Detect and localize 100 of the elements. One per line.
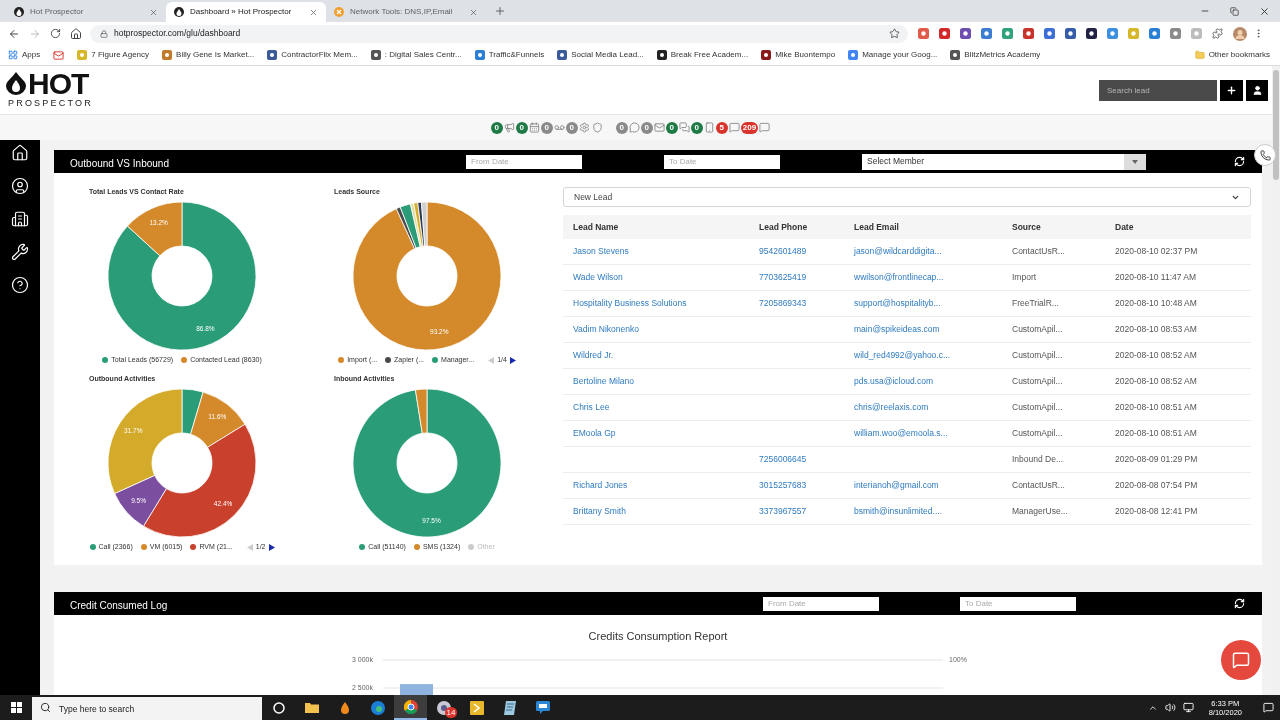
column-header[interactable]: Lead Email — [854, 220, 899, 234]
count-badge[interactable]: 0 — [490, 121, 503, 134]
extension-icon[interactable] — [960, 28, 971, 39]
lead-name-link[interactable]: Richard Jones — [573, 479, 759, 492]
chat-app-icon[interactable] — [535, 701, 550, 714]
refresh-icon[interactable] — [1234, 598, 1245, 609]
calendar-icon[interactable] — [528, 122, 540, 133]
count-badge[interactable]: 0 — [565, 121, 578, 134]
email-link[interactable]: support@hospitalityb... — [854, 297, 1012, 310]
star-icon[interactable] — [889, 28, 900, 39]
email-link[interactable]: wild_red4992@yahoo.c... — [854, 349, 1012, 362]
scrollbar-thumb[interactable] — [1273, 70, 1279, 180]
user-circle-icon[interactable] — [11, 177, 29, 195]
lead-name-link[interactable]: EMoola Gp — [573, 427, 759, 440]
column-header[interactable]: Source — [1012, 220, 1041, 234]
help-icon[interactable] — [11, 276, 29, 294]
phone-link[interactable]: 7703625419 — [759, 271, 854, 284]
lead-name-link[interactable]: Bertoline Milano — [573, 375, 759, 388]
tools-icon[interactable] — [11, 243, 29, 261]
search-field[interactable]: Search lead — [1099, 79, 1217, 101]
lead-name-link[interactable]: Wildred Jr. — [573, 349, 759, 362]
email-link[interactable]: chris@reelaxis.com — [854, 401, 1012, 414]
folder-icon[interactable] — [304, 702, 319, 713]
next-arrow-icon[interactable] — [268, 543, 275, 551]
bookmark[interactable]: Manage your Goog... — [848, 49, 938, 61]
lead-name-link[interactable]: Wade Wilson — [573, 271, 759, 284]
reload-icon[interactable] — [50, 28, 61, 39]
notifications-icon[interactable] — [1263, 702, 1274, 713]
bookmark[interactable]: Break Free Academ... — [656, 49, 749, 61]
phone-link[interactable]: 9542601489 — [759, 245, 854, 258]
bookmark[interactable]: BlitzMetrics Academy — [950, 49, 1041, 61]
next-arrow-icon[interactable] — [509, 356, 516, 364]
lead-name-link[interactable]: Jason Stevens — [573, 245, 759, 258]
email-link[interactable]: wwilson@frontlinecap... — [854, 271, 1012, 284]
count-badge[interactable]: 0 — [615, 121, 628, 134]
count-badge[interactable]: 0 — [690, 121, 703, 134]
close-tab-icon[interactable] — [309, 7, 318, 17]
browser-tab[interactable]: Hot Prospector — [6, 2, 166, 22]
phone-link[interactable]: 7205869343 — [759, 297, 854, 310]
column-header[interactable]: Lead Phone — [759, 220, 808, 234]
email-link[interactable]: william.woo@emoola.s... — [854, 427, 1012, 440]
profile-button[interactable] — [1246, 79, 1268, 101]
count-badge[interactable]: 0 — [640, 121, 653, 134]
close-tab-icon[interactable] — [149, 7, 158, 17]
from-date-field[interactable]: From Date — [466, 154, 582, 169]
lead-name-link[interactable]: Vadim Nikonenko — [573, 323, 759, 336]
app-icon[interactable] — [469, 700, 484, 715]
to-date-field[interactable]: To Date — [960, 596, 1076, 611]
taskbar-search-field[interactable]: Type here to search — [32, 696, 262, 720]
envelope-icon[interactable] — [653, 122, 665, 133]
lead-filter-select[interactable]: New Lead — [563, 187, 1251, 207]
monitor-icon[interactable] — [1182, 702, 1194, 713]
browser-tab[interactable]: Dashboard » Hot Prospector — [166, 2, 326, 22]
bookmark[interactable]: Mike Buontempo — [761, 49, 836, 61]
phone-link[interactable]: 7256006645 — [759, 453, 854, 466]
building-icon[interactable] — [11, 210, 29, 228]
puzzle-icon[interactable] — [1212, 28, 1223, 39]
browser-tab[interactable]: Network Tools: DNS,IP,Email — [326, 2, 486, 22]
bookmark[interactable]: ContractorFlix Mem... — [267, 49, 358, 61]
to-date-field[interactable]: To Date — [664, 154, 780, 169]
browser-icon[interactable] — [403, 699, 418, 714]
email-link[interactable]: interianoh@gmail.com — [854, 479, 1012, 492]
address-bar[interactable]: hotprospector.com/glu/dashboard — [90, 24, 908, 43]
extension-icon[interactable] — [1086, 28, 1097, 39]
taskbar-button[interactable]: 14 — [427, 695, 460, 720]
ring-icon[interactable] — [272, 701, 285, 714]
email-link[interactable]: main@spikeideas.com — [854, 323, 1012, 336]
bookmark-folder[interactable]: Other bookmarks — [1194, 49, 1270, 61]
restore-icon[interactable] — [1230, 6, 1239, 16]
lead-name-link[interactable]: Brittany Smith — [573, 505, 759, 518]
column-header[interactable]: Lead Name — [573, 220, 619, 234]
new-tab-icon[interactable] — [494, 5, 506, 17]
home-icon[interactable] — [70, 27, 82, 40]
column-header[interactable]: Date — [1115, 220, 1134, 234]
phone-link[interactable]: 3373967557 — [759, 505, 854, 518]
drop-icon[interactable] — [340, 701, 349, 714]
close-tab-icon[interactable] — [469, 7, 478, 17]
email-link[interactable]: pds.usa@icloud.com — [854, 375, 1012, 388]
email-link[interactable]: bsmith@insunlimited.... — [854, 505, 1012, 518]
bookmark[interactable]: 7 Figure Agency — [77, 49, 150, 61]
refresh-icon[interactable] — [1234, 156, 1245, 167]
bookmark[interactable]: : Digital Sales Centr... — [370, 49, 462, 61]
lead-name-link[interactable]: Chris Lee — [573, 401, 759, 414]
extension-icon[interactable] — [1065, 28, 1076, 39]
member-select[interactable]: Select Member — [862, 153, 1146, 170]
speech-bubble-icon[interactable] — [628, 122, 640, 133]
avatar-icon[interactable] — [1233, 26, 1247, 41]
email-link[interactable]: jason@wildcarddigita... — [854, 245, 1012, 258]
count-badge[interactable]: 0 — [540, 121, 553, 134]
count-badge[interactable]: 5 — [715, 121, 728, 134]
bookmark[interactable]: Apps — [8, 49, 41, 61]
count-badge[interactable]: 209 — [740, 121, 759, 134]
bookmark[interactable]: Social Media Lead... — [557, 49, 644, 61]
phone-link[interactable]: 3015257683 — [759, 479, 854, 492]
mail-icon[interactable] — [53, 49, 65, 61]
notepad-icon[interactable] — [503, 700, 516, 715]
add-button[interactable] — [1220, 79, 1243, 101]
windows-logo-icon[interactable] — [10, 702, 22, 713]
bookmark[interactable]: Billy Gene Is Market... — [162, 49, 255, 61]
bookmark[interactable]: Traffic&Funnels — [474, 49, 545, 61]
